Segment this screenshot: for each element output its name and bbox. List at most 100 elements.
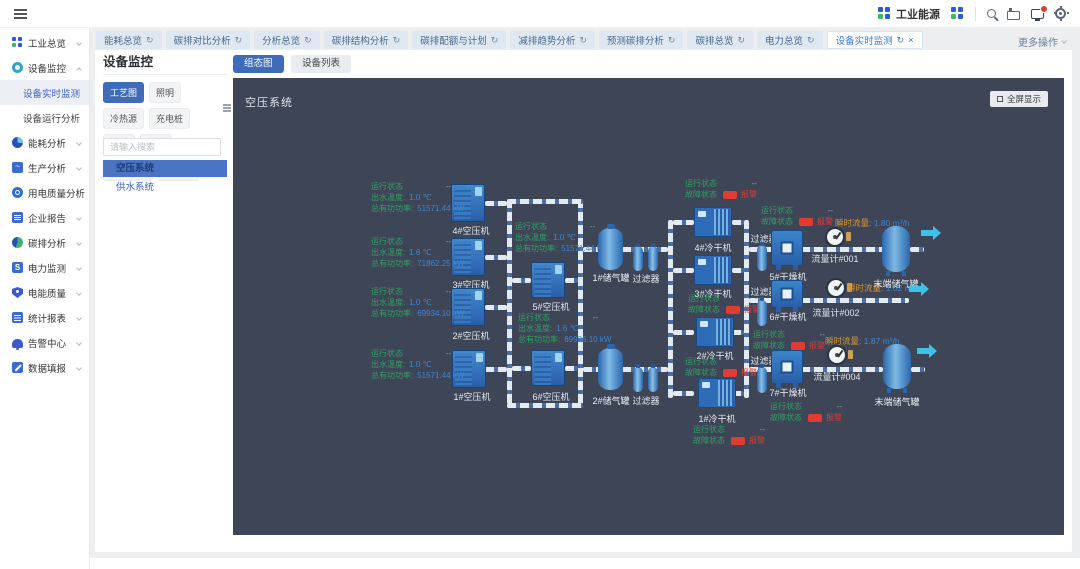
gauge-valve	[848, 350, 853, 359]
category-process-diagram[interactable]: 工艺图	[103, 82, 144, 103]
refresh-icon[interactable]: ↻	[235, 35, 243, 46]
fullscreen-button[interactable]: 全屏显示	[990, 91, 1048, 107]
tab-analysis-overview[interactable]: 分析总览↻	[254, 31, 320, 49]
chevron-down-icon	[76, 140, 82, 146]
chevron-down-icon	[76, 215, 82, 221]
view-tab-diagram[interactable]: 组态图	[233, 55, 284, 73]
refresh-icon[interactable]: ↻	[668, 35, 676, 46]
bell-icon	[12, 339, 23, 348]
tab-carbon-forecast[interactable]: 预测碳排分析↻	[599, 31, 684, 49]
brand-logo-icon	[878, 7, 891, 20]
refresh-icon[interactable]: ↻	[579, 35, 587, 46]
system-item-water-supply[interactable]: 供水系统	[103, 179, 227, 196]
sidebar-item-carbon-analysis[interactable]: 碳排分析	[0, 230, 89, 255]
filter-unit	[633, 367, 643, 392]
cold-dryer-label: 4#冷干机	[685, 241, 741, 254]
pipe	[673, 391, 694, 396]
apps-grid-icon[interactable]	[951, 7, 964, 20]
pipe	[565, 278, 578, 283]
brand[interactable]: 工业能源	[878, 6, 940, 22]
compressor-unit	[452, 350, 486, 388]
close-icon[interactable]: ×	[908, 35, 914, 46]
sidebar-item-production-analysis[interactable]: ~生产分析	[0, 155, 89, 180]
flow-arrow-icon	[921, 230, 933, 236]
search-input[interactable]	[103, 138, 221, 156]
power-s-icon: S	[12, 262, 23, 273]
cold-dryer-unit	[694, 207, 732, 237]
status-block: 运行状态-- 故障状态报警	[693, 424, 765, 446]
compressor-info: 运行状态-- 出水温度:1.0 ℃ 总有功功率:51571.44 kW	[515, 221, 595, 254]
tab-carbon-overview[interactable]: 碳排总览↻	[687, 31, 753, 49]
monitor-circle-icon	[12, 62, 23, 73]
document-icon	[12, 212, 23, 223]
search-icon[interactable]	[987, 9, 996, 18]
tab-bar: 能耗总览↻ 碳排对比分析↻ 分析总览↻ 碳排结构分析↻ 碳排配额与计划↻ 减排趋…	[90, 28, 1080, 50]
sidebar-item-device-realtime[interactable]: 设备实时监测	[0, 80, 89, 105]
sidebar-item-device-monitor[interactable]: 设备监控	[0, 55, 89, 80]
flow-meter-gauge	[826, 278, 846, 298]
carbon-pie-icon	[12, 237, 23, 248]
sidebar-item-enterprise-report[interactable]: 企业报告	[0, 205, 89, 230]
sidebar-item-device-analysis[interactable]: 设备运行分析	[0, 105, 89, 130]
sidebar-item-power-monitor[interactable]: S电力监测	[0, 255, 89, 280]
factory-icon[interactable]	[1007, 11, 1020, 20]
filter-unit	[648, 246, 658, 271]
more-actions-button[interactable]: 更多操作	[1018, 31, 1066, 49]
sidebar-item-power-quality-analysis[interactable]: 用电质量分析	[0, 180, 89, 205]
tab-carbon-quota[interactable]: 碳排配额与计划↻	[412, 31, 506, 49]
refresh-icon[interactable]: ↻	[897, 35, 905, 46]
category-cooling-heat[interactable]: 冷热源	[103, 108, 144, 129]
workstation-icon[interactable]	[1031, 9, 1044, 19]
sidebar-item-data-filling[interactable]: 数据填报	[0, 355, 89, 380]
sidebar-item-energy-quality[interactable]: 电能质量	[0, 280, 89, 305]
category-charging-pile[interactable]: 充电桩	[149, 108, 190, 129]
tab-carbon-structure[interactable]: 碳排结构分析↻	[324, 31, 409, 49]
compressor-label: 4#空压机	[443, 224, 499, 237]
refresh-icon[interactable]: ↻	[304, 35, 312, 46]
chevron-down-icon	[76, 340, 82, 346]
sidebar-collapse-icon[interactable]	[14, 9, 27, 11]
compressor-label: 6#空压机	[523, 390, 579, 403]
chevron-down-icon	[76, 315, 82, 321]
alarm-badge	[723, 369, 737, 377]
refresh-icon[interactable]: ↻	[491, 35, 499, 46]
sidebar-item-alarm-center[interactable]: 告警中心	[0, 330, 89, 355]
end-storage-tank	[882, 226, 910, 272]
refresh-icon[interactable]: ↻	[393, 35, 401, 46]
compressor-info: 运行状态-- 出水温度:1.6 ℃ 总有功功率:71862.25 kW	[371, 236, 451, 269]
cold-dryer-unit	[694, 255, 732, 285]
system-item-air-compression[interactable]: 空压系统	[103, 160, 227, 177]
dryer-unit	[771, 350, 803, 384]
chevron-down-icon	[76, 240, 82, 246]
end-tank-label: 末端储气罐	[869, 395, 925, 408]
list-toggle-icon[interactable]	[223, 104, 231, 106]
compressor-info: 运行状态-- 出水温度:1.0 ℃ 总有功功率:51571.44 kW	[371, 348, 451, 381]
chevron-up-icon	[76, 67, 82, 73]
filter-unit	[648, 367, 658, 392]
chevron-down-icon	[76, 290, 82, 296]
wave-icon: ~	[12, 162, 23, 173]
tab-power-overview[interactable]: 电力总览↻	[757, 31, 823, 49]
pipe	[485, 255, 507, 260]
pipe	[911, 367, 925, 372]
gear-icon[interactable]	[1055, 8, 1066, 19]
view-tab-device-list[interactable]: 设备列表	[291, 55, 351, 73]
target-icon	[12, 187, 23, 198]
flow-meter-label: 流量计#004	[805, 370, 869, 383]
pipe	[512, 278, 531, 283]
refresh-icon[interactable]: ↻	[807, 35, 815, 46]
tab-carbon-compare[interactable]: 碳排对比分析↻	[166, 31, 251, 49]
alarm-badge	[808, 414, 822, 422]
tab-reduction-trend[interactable]: 减排趋势分析↻	[510, 31, 595, 49]
refresh-icon[interactable]: ↻	[146, 35, 154, 46]
sidebar-item-energy-analysis[interactable]: 能耗分析	[0, 130, 89, 155]
refresh-icon[interactable]: ↻	[737, 35, 745, 46]
category-lighting[interactable]: 照明	[149, 82, 181, 103]
compressor-unit	[531, 262, 565, 298]
pipe	[485, 367, 507, 372]
pie-icon	[12, 137, 23, 148]
sidebar-item-statistics-report[interactable]: 统计报表	[0, 305, 89, 330]
sidebar-item-industry-overview[interactable]: 工业总览	[0, 30, 89, 55]
tab-device-realtime[interactable]: 设备实时监测↻×	[827, 31, 923, 49]
tab-energy-overview[interactable]: 能耗总览↻	[96, 31, 162, 49]
